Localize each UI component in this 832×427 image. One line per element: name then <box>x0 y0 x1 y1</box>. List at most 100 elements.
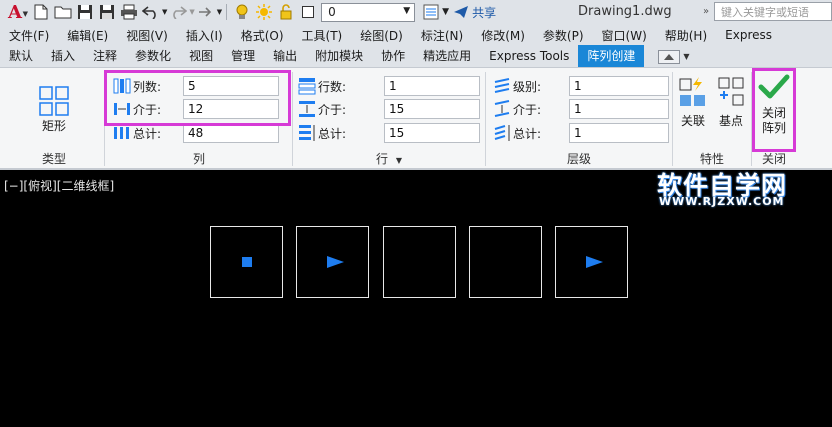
menu-format[interactable]: 格式(O) <box>232 27 293 44</box>
search-input[interactable]: » 键入关键字或短语 <box>703 2 832 21</box>
qat-customize-icon[interactable]: ▼ <box>217 8 222 16</box>
tab-view[interactable]: 视图 <box>180 45 222 67</box>
drawing-viewport[interactable]: [−][俯视][二维线框] 软件自学网 WWW.RJZXW.COM <box>0 171 832 427</box>
basepoint-icon <box>718 77 744 106</box>
array-cell <box>296 226 369 298</box>
layer-value: 0 <box>328 5 336 19</box>
rectangular-array-button[interactable]: 矩形 <box>34 86 74 134</box>
menu-edit[interactable]: 编辑(E) <box>58 27 117 44</box>
levels-spacing-input[interactable]: 1 <box>569 99 669 119</box>
rows-total-input[interactable]: 15 <box>384 123 480 143</box>
tab-parametric[interactable]: 参数化 <box>126 45 180 67</box>
rows-spacing-row: 介于: 15 <box>298 99 480 119</box>
menu-help[interactable]: 帮助(H) <box>656 27 716 44</box>
undo-dropdown-icon[interactable]: ▼ <box>162 8 167 16</box>
ribbon-minimize-button[interactable] <box>658 49 681 64</box>
viewport-controls-label[interactable]: [−][俯视][二维线框] <box>4 177 114 194</box>
columns-total-input[interactable]: 48 <box>183 123 279 143</box>
rows-title-label: 行 <box>376 152 389 166</box>
tab-output[interactable]: 输出 <box>264 45 306 67</box>
associative-label: 关联 <box>680 114 705 128</box>
columns-total-label: 总计: <box>133 126 162 141</box>
share-button[interactable]: 共享 <box>453 4 496 21</box>
levels-spacing-label: 介于: <box>513 102 542 117</box>
levels-total-icon <box>494 125 510 141</box>
rows-spacing-icon <box>299 101 315 117</box>
menu-parametric[interactable]: 参数(P) <box>534 27 593 44</box>
menu-file[interactable]: 文件(F) <box>0 27 58 44</box>
rows-total-row: 总计: 15 <box>298 123 480 143</box>
menu-window[interactable]: 窗口(W) <box>593 27 656 44</box>
share-arrow-icon[interactable] <box>196 2 216 22</box>
panel-title-levels: 层级 <box>566 152 591 166</box>
application-menu-button[interactable]: A ▼ <box>0 0 30 24</box>
menu-express[interactable]: Express <box>716 28 781 42</box>
triangle-marker-icon <box>586 256 603 268</box>
document-title: Drawing1.dwg <box>578 4 672 19</box>
levels-count-icon <box>494 78 510 93</box>
print-icon[interactable] <box>119 2 139 22</box>
open-folder-icon[interactable] <box>53 2 73 22</box>
basepoint-label: 基点 <box>718 114 743 128</box>
save-icon[interactable] <box>75 2 95 22</box>
rows-total-icon <box>299 125 315 141</box>
layer-bulb-icon[interactable] <box>232 2 252 22</box>
panel-separator <box>485 72 486 166</box>
menu-modify[interactable]: 修改(M) <box>472 27 534 44</box>
levels-count-label: 级别: <box>513 79 542 94</box>
levels-spacing-row: 介于: 1 <box>493 99 669 119</box>
menu-insert[interactable]: 插入(I) <box>177 27 232 44</box>
rectangular-array-icon <box>39 86 69 116</box>
save-as-icon[interactable] <box>97 2 117 22</box>
app-logo: A <box>8 1 22 23</box>
tab-featured-apps[interactable]: 精选应用 <box>414 45 480 67</box>
layer-combobox[interactable]: 0 ▼ <box>321 2 416 22</box>
levels-spacing-icon <box>494 100 510 117</box>
tab-collaborate[interactable]: 协作 <box>372 45 414 67</box>
undo-icon[interactable] <box>141 2 161 22</box>
tab-annotate[interactable]: 注释 <box>84 45 126 67</box>
app-menu-chevron-icon: ▼ <box>22 9 28 18</box>
array-cell <box>469 226 542 298</box>
rectangular-array-label: 矩形 <box>41 119 66 133</box>
panel-title-rows[interactable]: 行 ▼ <box>294 150 484 168</box>
layer-properties-icon[interactable] <box>421 2 441 22</box>
new-file-icon[interactable] <box>31 2 51 22</box>
watermark-sub: WWW.RJZXW.COM <box>659 195 785 208</box>
menu-tools[interactable]: 工具(T) <box>293 27 352 44</box>
columns-highlight-box <box>104 70 291 126</box>
toolbar-separator <box>226 4 228 20</box>
ribbon-minimize-dropdown-icon[interactable]: ▼ <box>683 52 689 61</box>
menu-bar: 文件(F) 编辑(E) 视图(V) 插入(I) 格式(O) 工具(T) 绘图(D… <box>0 24 832 46</box>
layer-dropdown-icon: ▼ <box>403 5 411 16</box>
tab-array-creation[interactable]: 阵列创建 <box>578 45 645 67</box>
associative-button[interactable]: 关联 <box>677 76 709 129</box>
rows-count-input[interactable]: 1 <box>384 76 480 96</box>
search-placeholder: 键入关键字或短语 <box>721 5 809 19</box>
redo-icon[interactable] <box>168 2 188 22</box>
tab-manage[interactable]: 管理 <box>222 45 264 67</box>
tab-insert[interactable]: 插入 <box>42 45 84 67</box>
menu-dimension[interactable]: 标注(N) <box>412 27 472 44</box>
menu-view[interactable]: 视图(V) <box>117 27 177 44</box>
levels-count-input[interactable]: 1 <box>569 76 669 96</box>
levels-total-input[interactable]: 1 <box>569 123 669 143</box>
share-label: 共享 <box>472 5 497 20</box>
layer-lock-icon[interactable] <box>276 2 296 22</box>
workspace-dropdown-icon[interactable]: ▼ <box>442 7 449 17</box>
array-cell <box>210 226 283 298</box>
search-expand-chevron-icon[interactable]: » <box>703 6 709 17</box>
tab-express-tools[interactable]: Express Tools <box>480 45 578 67</box>
layer-color-swatch-icon[interactable] <box>298 2 318 22</box>
layer-sun-icon[interactable] <box>254 2 274 22</box>
associative-icon <box>679 77 705 106</box>
menu-draw[interactable]: 绘图(D) <box>351 27 412 44</box>
redo-dropdown-icon[interactable]: ▼ <box>189 8 194 16</box>
rows-count-label: 行数: <box>318 79 347 94</box>
rows-spacing-input[interactable]: 15 <box>384 99 480 119</box>
basepoint-button[interactable]: 基点 <box>714 76 748 129</box>
rows-spacing-label: 介于: <box>318 102 347 117</box>
tab-addins[interactable]: 附加模块 <box>306 45 372 67</box>
tab-default[interactable]: 默认 <box>0 45 42 67</box>
levels-total-row: 总计: 1 <box>493 123 669 143</box>
